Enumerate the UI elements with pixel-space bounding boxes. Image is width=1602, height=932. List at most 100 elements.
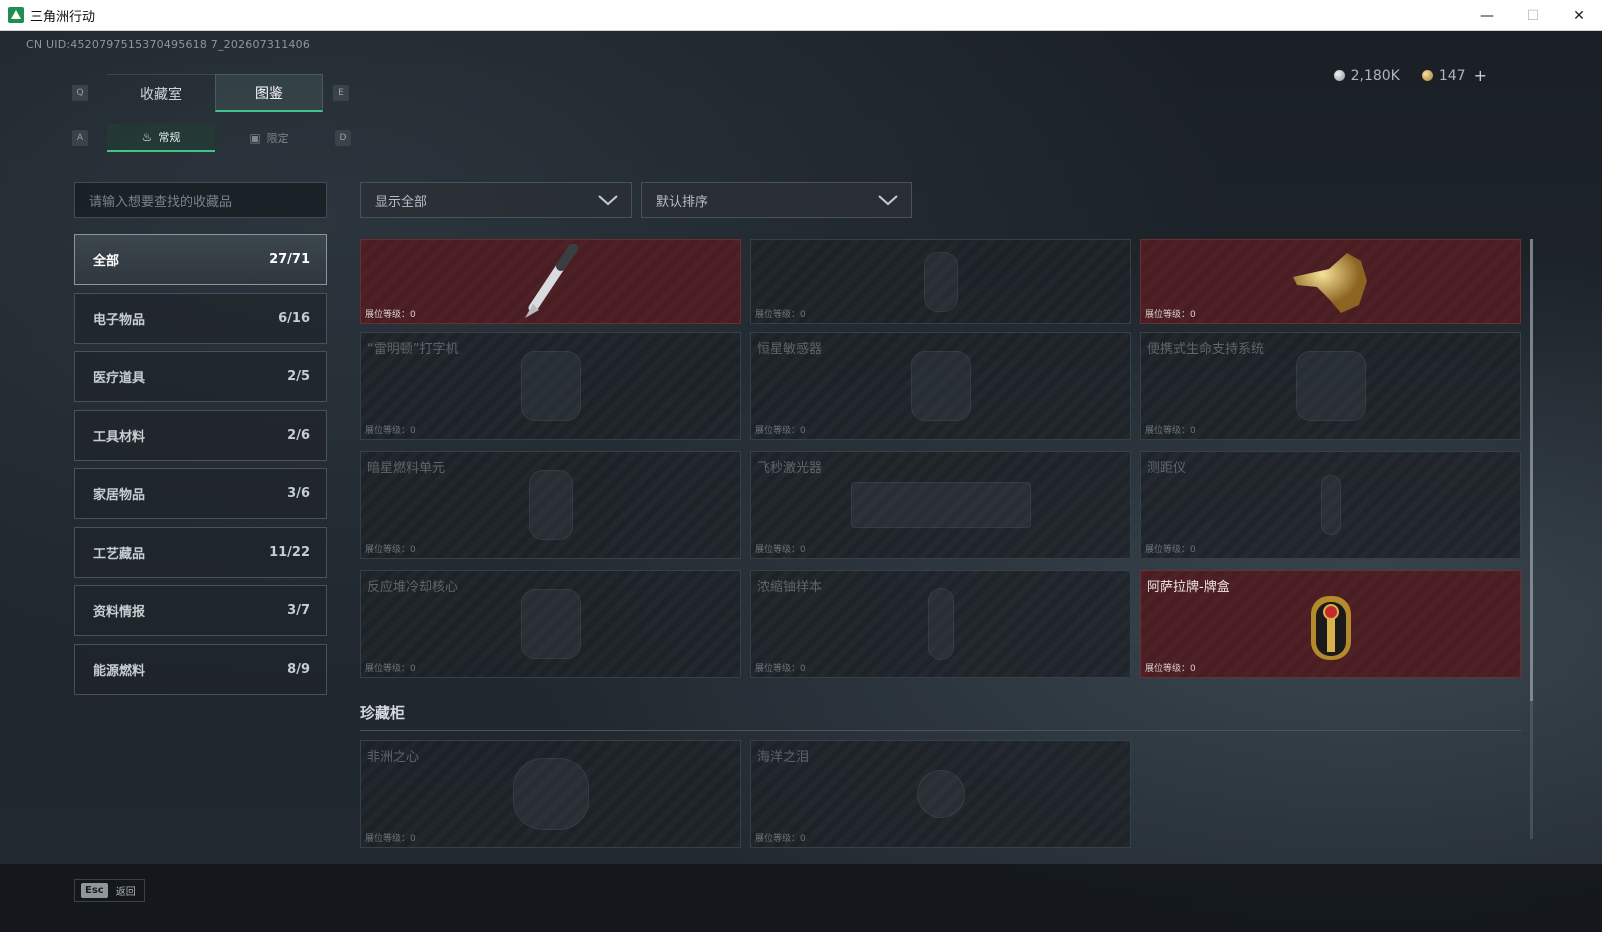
item-card[interactable]: 暗星燃料单元 展位等级：0 (360, 451, 741, 559)
back-button[interactable]: Esc 返回 (74, 879, 145, 902)
bottom-bar: Esc 返回 (0, 864, 1602, 932)
search-input[interactable]: 请输入想要查找的收藏品 (74, 182, 327, 218)
window-title: 三角洲行动 (30, 9, 96, 25)
exhibit-level: 展位等级：0 (1145, 426, 1196, 436)
item-card[interactable]: 反应堆冷却核心 展位等级：0 (360, 570, 741, 678)
sort-dropdown[interactable]: 默认排序 (641, 182, 912, 218)
item-name: 浓缩铀样本 (757, 580, 823, 595)
gold-currency: 147 + (1421, 66, 1487, 85)
item-name: 阿萨拉牌-牌盒 (1147, 580, 1230, 595)
tab-limited-label: 限定 (266, 132, 289, 145)
category-count: 6/16 (278, 310, 310, 326)
minimize-button[interactable]: — (1464, 0, 1510, 31)
exhibit-level: 展位等级：0 (365, 834, 416, 844)
display-filter-dropdown[interactable]: 显示全部 (360, 182, 632, 218)
window-controls: — ☐ ✕ (1464, 0, 1602, 31)
category-count: 3/6 (287, 486, 310, 501)
typewriter-icon (520, 351, 581, 421)
exhibit-level: 展位等级：0 (1145, 310, 1196, 320)
golden-crocodile-icon (1292, 252, 1367, 313)
treasure-card[interactable]: 非洲之心 展位等级：0 (360, 740, 741, 848)
exhibit-level: 展位等级：0 (755, 834, 806, 844)
item-card[interactable]: 阿萨拉牌-牌盒 展位等级：0 (1140, 570, 1521, 678)
key-hint-q: Q (72, 85, 88, 101)
item-name: 便携式生命支持系统 (1147, 342, 1265, 357)
section-divider (360, 730, 1521, 731)
category-list: 全部 27/71 电子物品 6/16 医疗道具 2/5 工具材料 2/6 家居物… (74, 234, 327, 702)
tab-collection-room[interactable]: 收藏室 (107, 74, 215, 112)
key-hint-d: D (335, 130, 351, 146)
rangefinder-icon (1320, 475, 1341, 535)
exhibit-level: 展位等级：0 (755, 664, 806, 674)
category-all[interactable]: 全部 27/71 (74, 234, 327, 285)
laser-icon (850, 482, 1031, 528)
category-label: 全部 (93, 254, 120, 269)
add-currency-button[interactable]: + (1474, 66, 1487, 85)
tab-catalog[interactable]: 图鉴 (215, 74, 323, 112)
exhibit-level: 展位等级：0 (365, 310, 416, 320)
category-label: 电子物品 (93, 312, 146, 328)
tab-limited[interactable]: ▣ 限定 (215, 124, 323, 152)
window-titlebar: 三角洲行动 — ☐ ✕ (0, 0, 1602, 31)
exhibit-level: 展位等级：0 (365, 664, 416, 674)
tab-regular[interactable]: ♨ 常规 (107, 124, 215, 152)
item-name: 暗星燃料单元 (367, 461, 446, 476)
item-card[interactable]: 浓缩铀样本 展位等级：0 (750, 570, 1131, 678)
item-card[interactable]: 测距仪 展位等级：0 (1140, 451, 1521, 559)
item-name: 飞秒激光器 (757, 461, 823, 476)
exhibit-level: 展位等级：0 (1145, 545, 1196, 555)
image-icon: ▣ (249, 131, 261, 145)
pearl-icon (916, 770, 965, 818)
silver-coin-icon (1333, 70, 1345, 81)
key-hint-a: A (72, 130, 88, 146)
category-crafts[interactable]: 工艺藏品 11/22 (74, 526, 327, 578)
game-screen: CN UID:4520797515370495618 7_20260731140… (0, 31, 1602, 932)
item-card[interactable]: 飞秒激光器 展位等级：0 (750, 451, 1131, 559)
maximize-button[interactable]: ☐ (1510, 0, 1556, 31)
category-energy[interactable]: 能源燃料 8/9 (74, 643, 327, 695)
scrollbar-thumb[interactable] (1530, 239, 1533, 701)
item-name: 恒星敏感器 (757, 342, 823, 357)
treasure-card[interactable]: 海洋之泪 展位等级：0 (750, 740, 1131, 848)
diamond-icon (512, 758, 589, 830)
gold-amount: 147 (1438, 67, 1466, 84)
fountain-pen-icon (524, 243, 578, 318)
category-count: 2/5 (287, 369, 310, 384)
chevron-down-icon (598, 195, 618, 206)
vase-icon (923, 251, 958, 312)
grid-scrollbar[interactable] (1530, 239, 1533, 839)
treasure-section-title: 珍藏柜 (360, 704, 406, 722)
exhibit-level: 展位等级：0 (755, 426, 806, 436)
key-hint-e: E (333, 85, 349, 101)
main-tabs: 收藏室 图鉴 (107, 74, 323, 112)
item-name: 海洋之泪 (757, 750, 810, 765)
silver-currency: 2,180K (1333, 68, 1400, 84)
app-logo-icon (8, 7, 24, 23)
item-card[interactable]: “雷明顿”打字机 展位等级：0 (360, 332, 741, 440)
category-label: 工具材料 (93, 429, 146, 445)
category-household[interactable]: 家居物品 3/6 (74, 468, 327, 519)
exhibit-level: 展位等级：0 (755, 545, 806, 555)
close-button[interactable]: ✕ (1556, 0, 1602, 31)
item-card[interactable]: 展位等级：0 (1140, 239, 1521, 324)
category-count: 27/71 (269, 252, 310, 267)
exhibit-level: 展位等级：0 (1145, 664, 1196, 674)
category-intel[interactable]: 资料情报 3/7 (74, 585, 327, 636)
back-label: 返回 (115, 887, 136, 898)
category-medical[interactable]: 医疗道具 2/5 (74, 351, 327, 402)
item-card[interactable]: 便携式生命支持系统 展位等级：0 (1140, 332, 1521, 440)
display-filter-value: 显示全部 (375, 194, 428, 210)
item-name: 反应堆冷却核心 (367, 580, 459, 595)
chevron-down-icon (878, 195, 898, 206)
item-card[interactable]: 恒星敏感器 展位等级：0 (750, 332, 1131, 440)
item-card[interactable]: 展位等级：0 (750, 239, 1131, 324)
uranium-sample-icon (927, 588, 954, 660)
category-label: 医疗道具 (93, 371, 146, 386)
item-name: 测距仪 (1147, 461, 1187, 476)
category-tools[interactable]: 工具材料 2/6 (74, 409, 327, 461)
category-electronics[interactable]: 电子物品 6/16 (74, 292, 327, 344)
category-count: 11/22 (269, 544, 310, 560)
category-label: 资料情报 (93, 605, 146, 620)
life-support-icon (1295, 351, 1366, 421)
item-card[interactable]: 展位等级：0 (360, 239, 741, 324)
